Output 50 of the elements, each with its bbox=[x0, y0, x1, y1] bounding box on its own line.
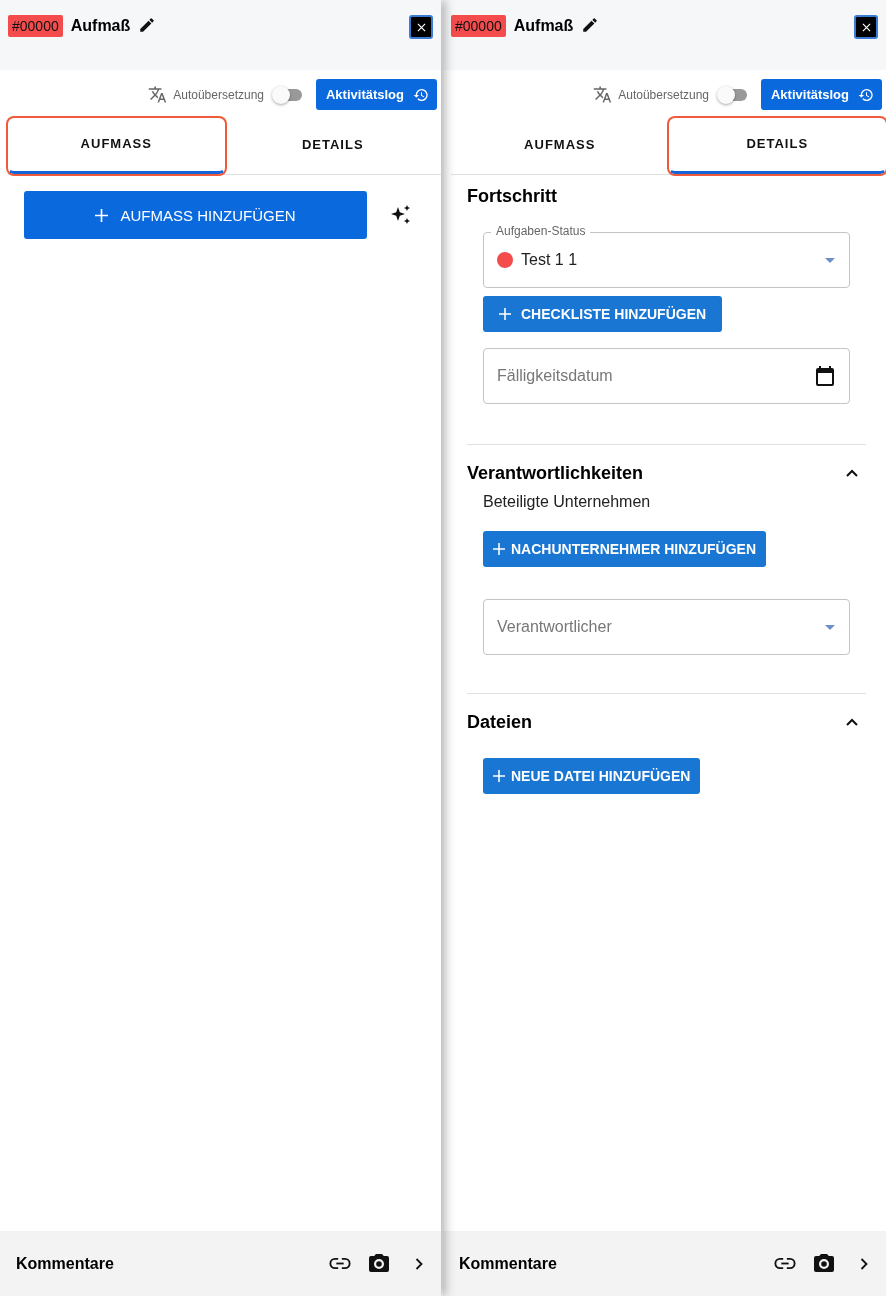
task-number-badge: #00000 bbox=[451, 15, 506, 37]
link-icon[interactable] bbox=[774, 1257, 796, 1270]
auto-translate-toggle[interactable] bbox=[719, 88, 747, 101]
link-icon[interactable] bbox=[329, 1257, 351, 1270]
pencil-icon[interactable] bbox=[138, 16, 157, 34]
select-field[interactable]: Verantwortlicher bbox=[483, 599, 850, 655]
tab[interactable]: AUFMASS bbox=[451, 118, 669, 174]
plus-icon bbox=[493, 770, 505, 782]
close-icon bbox=[861, 22, 871, 32]
auto-translate-toggle[interactable] bbox=[274, 88, 302, 101]
calendar-icon[interactable] bbox=[813, 364, 837, 388]
field-label: Aufgaben-Status bbox=[491, 224, 591, 239]
chevron-right-icon[interactable] bbox=[860, 1257, 868, 1270]
plus-icon bbox=[95, 208, 109, 222]
tab[interactable]: DETAILS bbox=[668, 118, 886, 174]
section-title: Dateien bbox=[467, 711, 533, 733]
close-button[interactable] bbox=[854, 15, 878, 39]
auto-translate-label: Autoübersetzung bbox=[618, 87, 709, 102]
date-field[interactable]: Fälligkeitsdatum bbox=[483, 348, 850, 404]
add-button[interactable]: NACHUNTERNEHMER HINZUFÜGEN bbox=[483, 531, 766, 567]
history-icon bbox=[858, 86, 874, 103]
close-button[interactable] bbox=[409, 15, 433, 39]
section-title: Fortschritt bbox=[467, 185, 557, 207]
close-icon bbox=[416, 22, 426, 32]
activity-log-button[interactable]: Aktivitätslog bbox=[761, 79, 882, 110]
chevron-icon[interactable] bbox=[846, 469, 858, 477]
task-title: Aufmaß bbox=[513, 17, 574, 35]
task-number-badge: #00000 bbox=[8, 15, 63, 37]
tab[interactable]: AUFMASS bbox=[8, 118, 225, 174]
activity-log-button[interactable]: Aktivitätslog bbox=[316, 79, 437, 110]
task-title: Aufmaß bbox=[70, 17, 131, 35]
plus-icon bbox=[499, 308, 511, 320]
comments-label: Kommentare bbox=[16, 1254, 114, 1273]
add-button[interactable]: NEUE DATEI HINZUFÜGEN bbox=[483, 758, 701, 794]
pencil-icon[interactable] bbox=[581, 16, 600, 34]
translate-icon bbox=[593, 85, 613, 104]
plus-icon bbox=[493, 543, 505, 555]
subheading: Beteiligte Unternehmen bbox=[483, 493, 651, 511]
chevron-icon[interactable] bbox=[846, 718, 858, 726]
caret-icon bbox=[825, 257, 835, 263]
add-measurement-button[interactable]: AUFMASS HINZUFÜGEN bbox=[24, 191, 367, 239]
section-title: Verantwortlichkeiten bbox=[467, 462, 644, 484]
auto-translate-label: Autoübersetzung bbox=[173, 87, 264, 102]
history-icon bbox=[413, 86, 429, 103]
chevron-right-icon[interactable] bbox=[415, 1257, 423, 1270]
tab[interactable]: DETAILS bbox=[224, 118, 441, 174]
comments-label: Kommentare bbox=[459, 1254, 557, 1273]
translate-icon bbox=[148, 85, 168, 104]
add-button[interactable]: CHECKLISTE HINZUFÜGEN bbox=[483, 296, 723, 332]
caret-icon bbox=[825, 624, 835, 630]
